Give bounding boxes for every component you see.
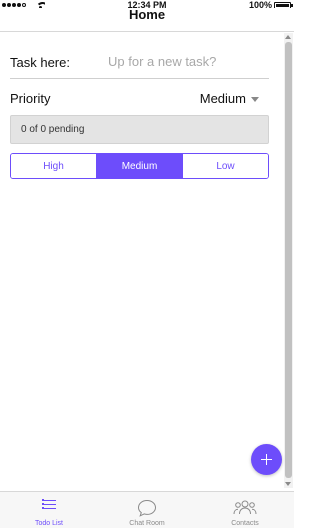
tab-bar: Todo List Chat Room Contacts (0, 491, 294, 528)
tab-todo-list[interactable]: Todo List (0, 492, 98, 528)
tab-label: Chat Room (129, 520, 165, 527)
tab-label: Todo List (34, 520, 64, 527)
task-input[interactable] (108, 51, 268, 71)
tab-label: Contacts (231, 520, 259, 527)
list-icon (42, 499, 56, 511)
priority-filter: High Medium Low (10, 153, 269, 179)
page-title: Home (128, 7, 166, 22)
pending-status-bar: 0 of 0 pending (10, 115, 269, 144)
priority-label: Priority (10, 91, 51, 106)
scrollbar[interactable] (284, 33, 293, 488)
todo-form: Task here: Priority Medium 0 of 0 pendin… (10, 33, 269, 179)
filter-high[interactable]: High (11, 154, 96, 178)
app-screen: 12:34 PM 100% Home Task here: Priority M… (0, 0, 294, 528)
priority-dropdown[interactable]: Medium (200, 91, 259, 106)
plus-icon (261, 454, 272, 465)
people-icon (233, 500, 257, 515)
scrollbar-thumb[interactable] (285, 42, 292, 478)
tab-contacts[interactable]: Contacts (196, 492, 294, 528)
scroll-up-icon[interactable] (285, 35, 291, 39)
task-row: Task here: (10, 33, 269, 79)
pending-count: 0 of 0 pending (21, 124, 85, 135)
chat-bubble-icon (137, 499, 157, 517)
add-task-button[interactable] (251, 444, 282, 475)
filter-medium[interactable]: Medium (96, 154, 182, 178)
tab-chat-room[interactable]: Chat Room (98, 492, 196, 528)
nav-header: Home (0, 8, 294, 32)
scroll-down-icon[interactable] (285, 482, 291, 486)
filter-low[interactable]: Low (182, 154, 268, 178)
chevron-down-icon (251, 96, 259, 102)
priority-value: Medium (199, 91, 246, 106)
task-label: Task here: (10, 55, 70, 70)
